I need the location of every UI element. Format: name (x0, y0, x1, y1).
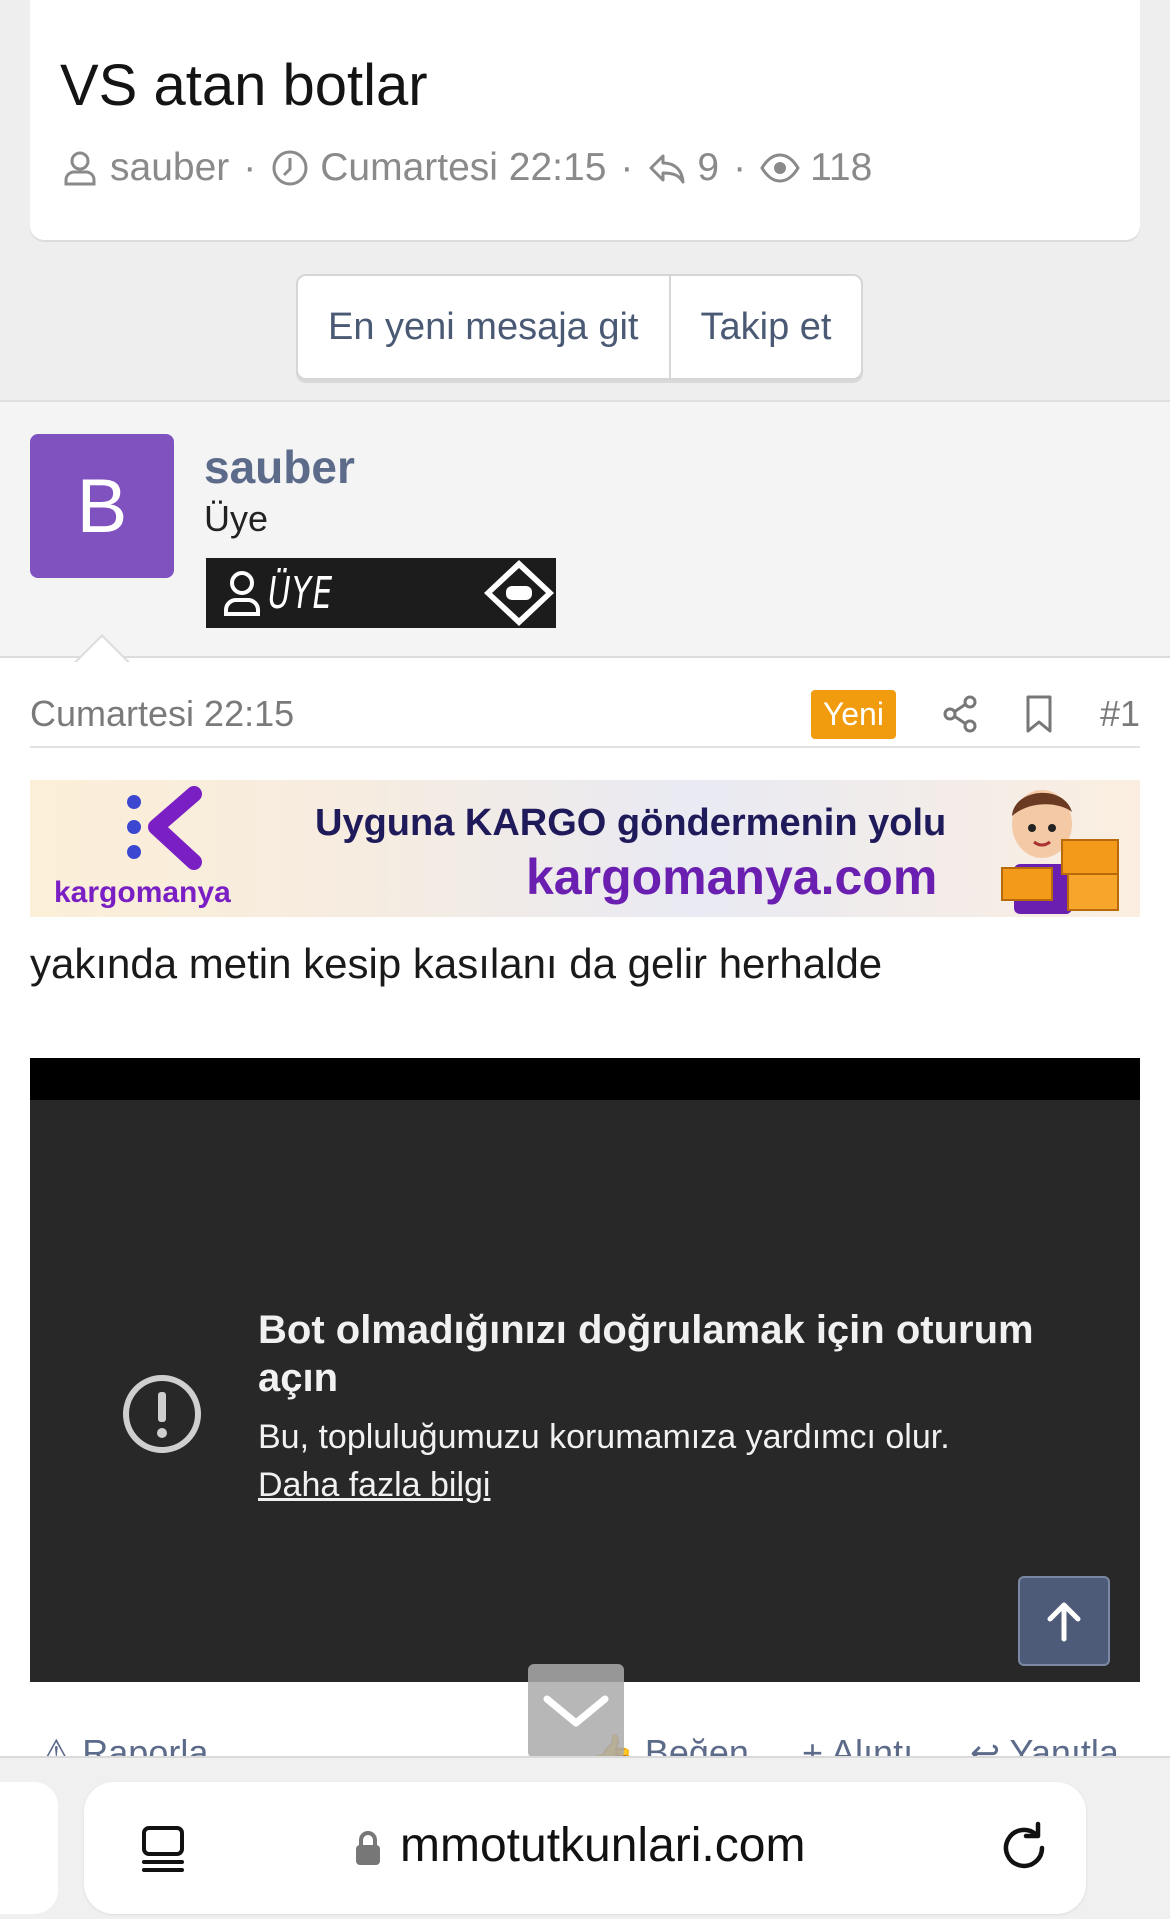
banner-tagline: Uyguna KARGO göndermenin yolu (315, 802, 947, 844)
user-icon (64, 151, 96, 186)
kargomanya-logo: kargomanya (54, 786, 231, 909)
tab-overview-icon[interactable] (136, 1822, 190, 1876)
post-body: yakında metin kesip kasılanı da gelir he… (30, 940, 883, 987)
clock-icon (272, 150, 308, 186)
gamepad-icon (484, 560, 554, 626)
ad-banner[interactable]: kargomanya Uyguna KARGO göndermenin yolu… (30, 780, 1140, 917)
thread-date[interactable]: Cumartesi 22:15 (320, 146, 606, 190)
share-icon[interactable] (942, 694, 978, 734)
arrow-up-icon (1047, 1602, 1081, 1642)
video-signin-subtitle: Bu, topluluğumuzu korumamıza yardımcı ol… (258, 1418, 950, 1456)
scroll-to-top-button[interactable] (1018, 1576, 1110, 1666)
post-meta: Cumartesi 22:15 Yeni #1 (30, 682, 1140, 748)
role-badge-label: ÜYE (268, 567, 334, 619)
embedded-video[interactable]: Bot olmadığınızı doğrulamak için oturum … (30, 1058, 1140, 1682)
latest-message-button[interactable]: En yeni mesaja git (298, 276, 668, 378)
banner-brand: kargomanya (54, 876, 231, 909)
role-badge: ÜYE (206, 558, 556, 628)
url-text[interactable]: mmotutkunlari.com (400, 1818, 805, 1873)
thread-title: VS atan botlar (60, 53, 428, 118)
view-count: 118 (810, 146, 873, 189)
banner-domain: kargomanya.com (526, 849, 938, 905)
chevron-down-icon (543, 1695, 609, 1727)
reply-count: 9 (697, 146, 720, 189)
user-role: Üye (204, 498, 269, 539)
thread-header: VS atan botlar sauber · Cumartesi 22:15 … (30, 0, 1140, 240)
bookmark-icon[interactable] (1024, 694, 1054, 734)
follow-button[interactable]: Takip et (668, 276, 862, 378)
post-username[interactable]: sauber (204, 440, 355, 494)
reload-icon[interactable] (996, 1820, 1052, 1876)
video-topbar (30, 1058, 1140, 1100)
address-bar[interactable]: mmotutkunlari.com (84, 1782, 1086, 1914)
alert-icon (123, 1375, 201, 1453)
thread-author[interactable]: sauber (110, 146, 229, 190)
post-user-header: B sauber Üye ÜYE (0, 400, 1170, 663)
learn-more-link[interactable]: Daha fazla bilgi (258, 1466, 490, 1505)
post-number[interactable]: #1 (1100, 693, 1140, 735)
thread-actions: En yeni mesaja git Takip et (296, 274, 864, 380)
courier-mascot-icon (1001, 790, 1119, 914)
avatar[interactable]: B (30, 434, 174, 578)
user-icon (224, 571, 260, 616)
new-badge: Yeni (810, 689, 896, 739)
post-pointer (74, 634, 130, 663)
browser-toolbar: mmotutkunlari.com (0, 1756, 1170, 1919)
reply-icon (649, 154, 685, 184)
previous-tab-pill[interactable] (0, 1782, 58, 1914)
lock-icon (356, 1831, 380, 1865)
post-date[interactable]: Cumartesi 22:15 (30, 693, 294, 735)
video-signin-title: Bot olmadığınızı doğrulamak için oturum … (258, 1308, 1034, 1400)
collapse-toolbar-button[interactable] (528, 1664, 624, 1758)
thread-meta: sauber · Cumartesi 22:15 · 9 · 118 (60, 146, 872, 190)
eye-icon (760, 153, 800, 183)
